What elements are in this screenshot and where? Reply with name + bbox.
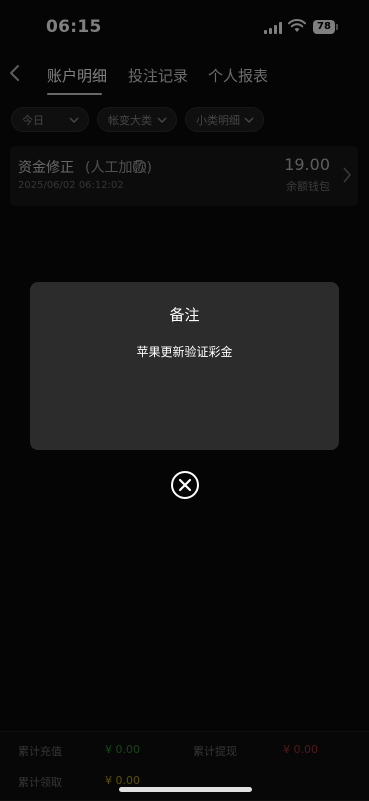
home-indicator bbox=[119, 787, 252, 792]
dialog-body: 苹果更新验证彩金 bbox=[136, 345, 233, 359]
close-icon[interactable] bbox=[170, 470, 200, 500]
remark-dialog: 备注 苹果更新验证彩金 bbox=[30, 282, 339, 450]
dialog-title: 备注 bbox=[169, 306, 200, 324]
